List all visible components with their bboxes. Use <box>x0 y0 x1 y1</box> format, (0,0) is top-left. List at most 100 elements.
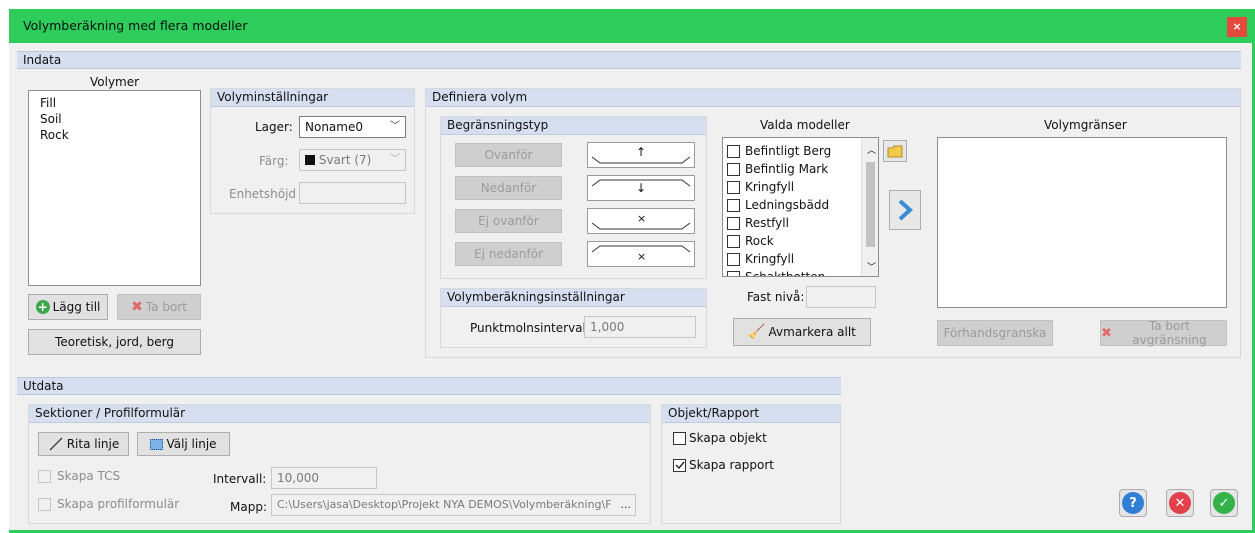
draw-line-label: Rita linje <box>66 437 120 451</box>
color-select[interactable]: Svart (7) ﹀ <box>299 149 406 171</box>
checkbox-icon <box>727 216 740 230</box>
model-list-item[interactable]: Ledningsbädd <box>727 196 878 214</box>
create-report-checkbox[interactable]: Skapa rapport <box>673 458 774 472</box>
layer-label: Lager: <box>255 120 293 134</box>
folder-icon <box>887 145 903 157</box>
create-tcs-label: Skapa TCS <box>57 469 121 483</box>
chevron-down-icon[interactable]: ﹀ <box>867 260 876 273</box>
volume-limits-label: Volymgränser <box>1044 118 1127 132</box>
deselect-all-button[interactable]: 🧹 Avmarkera allt <box>733 318 871 346</box>
draw-line-button[interactable]: Rita linje <box>38 432 129 456</box>
layer-select[interactable]: Noname0 ﹀ <box>299 116 406 138</box>
list-item[interactable]: Rock <box>40 127 200 143</box>
checkbox-checked-icon <box>673 458 686 472</box>
model-label: Ledningsbädd <box>745 198 830 212</box>
point-interval-input[interactable]: 1,000 <box>584 316 696 338</box>
layer-value: Noname0 <box>305 120 363 134</box>
not-above-button[interactable]: Ej ovanför <box>455 209 562 233</box>
remove-limit-button[interactable]: ✖ Ta bort avgränsning <box>1100 319 1227 347</box>
model-list-item[interactable]: Befintligt Berg <box>727 142 878 160</box>
cancel-button[interactable]: ✕ <box>1166 489 1194 517</box>
below-shape-icon: ↓ <box>587 175 695 201</box>
below-button[interactable]: Nedanför <box>455 176 562 200</box>
volume-limits-list[interactable] <box>937 137 1227 308</box>
help-button[interactable]: ? <box>1119 489 1147 517</box>
unit-height-label: Enhetshöjd <box>229 187 297 201</box>
add-volume-button[interactable]: + Lägg till <box>28 294 108 320</box>
deselect-all-label: Avmarkera allt <box>768 325 856 339</box>
indata-header: Indata <box>17 51 1241 69</box>
title-bar[interactable]: Volymberäkning med flera modeller × <box>9 9 1255 43</box>
create-tcs-checkbox[interactable]: Skapa TCS <box>38 469 120 483</box>
add-to-limits-button[interactable] <box>889 190 921 230</box>
select-line-label: Välj linje <box>166 437 217 451</box>
cancel-icon: ✕ <box>1169 492 1191 514</box>
checkbox-icon <box>727 180 740 194</box>
cross-icon: × <box>637 212 647 225</box>
chevron-down-icon: ﹀ <box>390 121 400 132</box>
model-label: Kringfyll <box>745 180 795 194</box>
define-volume-header: Definiera volym <box>426 89 1240 107</box>
model-label: Kringfyll <box>745 252 795 266</box>
model-label: Rock <box>745 234 774 248</box>
plus-icon: + <box>35 300 50 314</box>
color-swatch <box>305 155 315 165</box>
model-list-item[interactable]: Schaktbotten <box>727 268 878 277</box>
sections-header: Sektioner / Profilformulär <box>29 405 650 423</box>
volume-settings-header: Volyminställningar <box>211 89 414 107</box>
volumes-label: Volymer <box>90 75 140 89</box>
scrollbar-thumb[interactable] <box>866 162 875 247</box>
checkbox-icon <box>38 469 51 483</box>
not-below-shape-icon: × <box>587 241 695 267</box>
remove-icon: ✖ <box>131 299 143 315</box>
model-label: Befintlig Mark <box>745 162 829 176</box>
object-report-header: Objekt/Rapport <box>662 405 840 423</box>
model-label: Schaktbotten <box>745 270 826 277</box>
model-list-item[interactable]: Rock <box>727 232 878 250</box>
fixed-level-input[interactable] <box>806 286 876 308</box>
selected-models-label: Valda modeller <box>760 118 850 132</box>
select-line-icon <box>150 438 164 450</box>
create-object-checkbox[interactable]: Skapa objekt <box>673 431 767 445</box>
preset-theoretical-button[interactable]: Teoretisk, jord, berg <box>28 329 201 355</box>
boundary-type-header: Begränsningstyp <box>441 117 706 135</box>
folder-input[interactable]: C:\Users\jasa\Desktop\Projekt NYA DEMOS\… <box>271 494 636 516</box>
models-scrollbar[interactable]: ︿ ﹀ <box>861 138 878 276</box>
model-list-item[interactable]: Kringfyll <box>727 250 878 268</box>
checkbox-icon <box>727 270 740 276</box>
create-report-label: Skapa rapport <box>689 458 774 472</box>
list-item[interactable]: Fill <box>40 95 200 111</box>
ok-button[interactable]: ✓ <box>1210 489 1238 517</box>
volumes-list[interactable]: Fill Soil Rock <box>28 90 201 286</box>
interval-label: Intervall: <box>213 472 267 486</box>
unit-height-input[interactable] <box>299 182 406 204</box>
color-label: Färg: <box>259 154 289 168</box>
model-list-item[interactable]: Befintlig Mark <box>727 160 878 178</box>
model-list-item[interactable]: Restfyll <box>727 214 878 232</box>
remove-icon: ✖ <box>1101 325 1112 341</box>
above-button[interactable]: Ovanför <box>455 143 562 167</box>
open-folder-button[interactable] <box>883 140 907 162</box>
chevron-up-icon[interactable]: ︿ <box>867 143 876 156</box>
models-list[interactable]: Befintligt Berg Befintlig Mark Kringfyll Le… <box>722 137 879 277</box>
interval-input[interactable]: 10,000 <box>271 467 377 489</box>
remove-volume-button[interactable]: ✖ Ta bort <box>117 294 201 320</box>
model-label: Restfyll <box>745 216 789 230</box>
create-profile-checkbox[interactable]: Skapa profilformulär <box>38 497 179 511</box>
folder-label: Mapp: <box>230 500 267 514</box>
remove-limit-label: Ta bort avgränsning <box>1132 319 1207 347</box>
browse-folder-button[interactable]: ... <box>620 495 631 515</box>
preview-button[interactable]: Förhandsgranska <box>937 320 1053 346</box>
checkbox-icon <box>727 234 740 248</box>
model-list-item[interactable]: Kringfyll <box>727 178 878 196</box>
list-item[interactable]: Soil <box>40 111 200 127</box>
close-button[interactable]: × <box>1227 17 1247 37</box>
not-above-shape-icon: × <box>587 208 695 234</box>
select-line-button[interactable]: Välj linje <box>137 432 230 456</box>
cross-icon: × <box>637 250 647 263</box>
create-profile-label: Skapa profilformulär <box>57 497 180 511</box>
fixed-level-label: Fast nivå: <box>747 290 805 304</box>
not-below-button[interactable]: Ej nedanför <box>455 242 562 266</box>
color-value: Svart (7) <box>318 153 372 167</box>
utdata-header: Utdata <box>17 377 841 395</box>
